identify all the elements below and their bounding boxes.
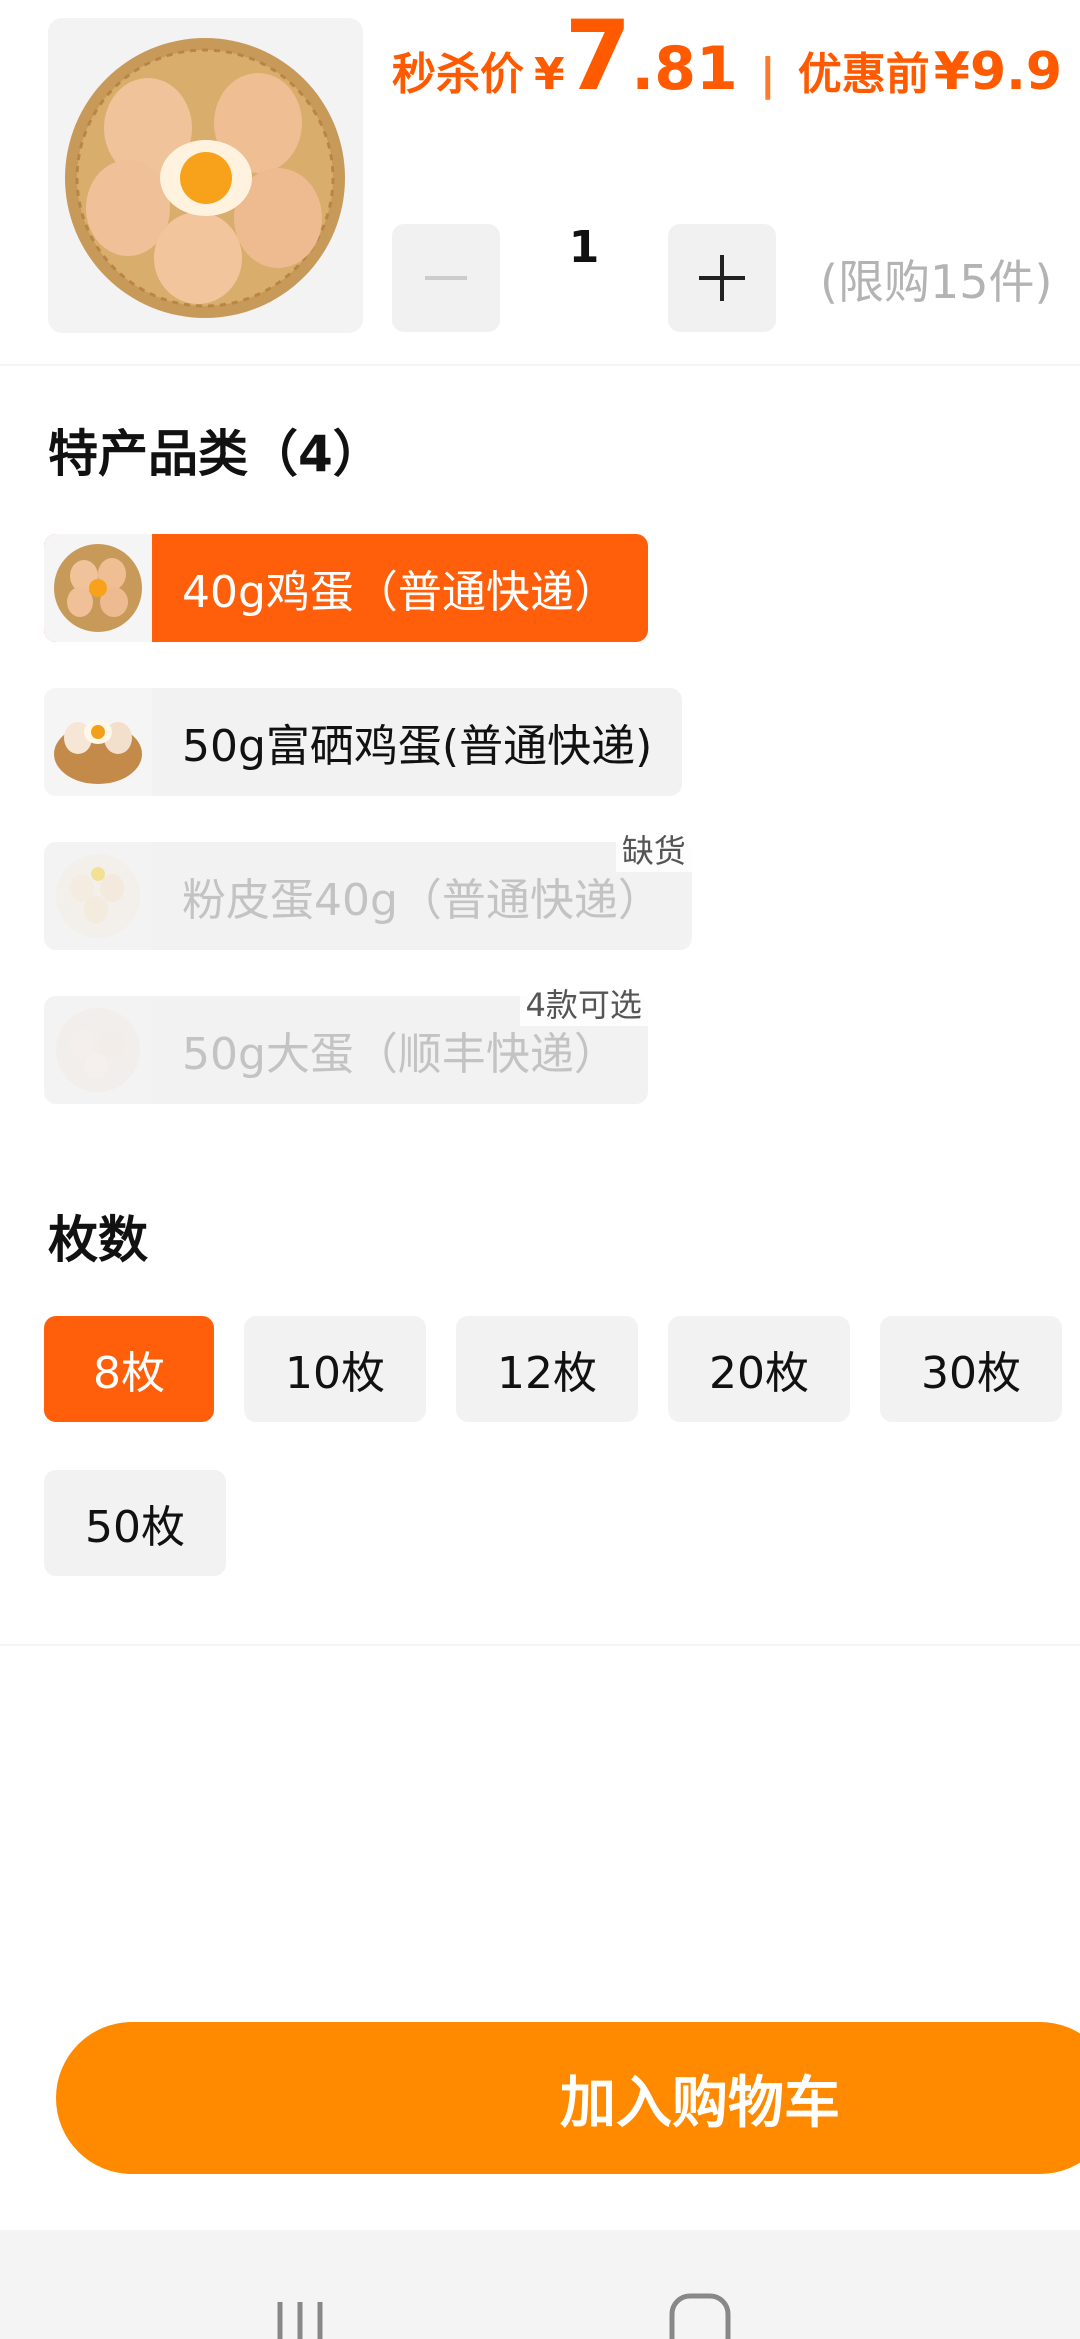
variant-thumbnail [44,688,152,796]
divider [0,1644,1080,1646]
add-to-cart-button[interactable]: 加入购物车 [56,2022,1080,2174]
price-separator: | [759,49,776,100]
count-option-8[interactable]: 8枚 [44,1316,214,1422]
price-decimal: .81 [631,34,738,104]
count-option-10[interactable]: 10枚 [244,1316,426,1422]
variant-label: 50g富硒鸡蛋(普通快递) [182,721,653,772]
count-option-12[interactable]: 12枚 [456,1316,638,1422]
variant-option-2[interactable]: 粉皮蛋40g（普通快递） 缺货 [44,826,692,950]
category-title: 特产品类（4） [48,425,383,483]
eggs-basket-image [65,38,345,318]
minus-icon [425,276,467,280]
product-image [48,18,363,333]
count-option-30[interactable]: 30枚 [880,1316,1062,1422]
variant-option-0[interactable]: 40g鸡蛋（普通快递） [44,534,648,642]
purchase-limit-text: (限购15件) [820,255,1053,309]
original-price: ¥9.9 [933,42,1063,102]
variant-thumbnail [44,996,152,1104]
eggs-plate-icon [56,854,140,938]
eggs-basket-icon [54,720,142,784]
divider [0,364,1080,366]
variant-thumbnail [44,534,152,642]
variant-label: 粉皮蛋40g（普通快递） [182,875,662,926]
system-nav-bar [0,2230,1080,2339]
flash-sale-label: 秒杀价 [392,49,524,100]
decrease-button[interactable] [392,224,500,332]
options-count-badge: 4款可选 [519,980,648,1026]
price-row: 秒杀价 ¥ 7 .81 | 优惠前 ¥9.9 [392,6,1062,106]
variant-label: 50g大蛋（顺丰快递） [182,1029,618,1080]
out-of-stock-badge: 缺货 [615,826,692,872]
quantity-value[interactable]: 1 [520,222,648,273]
count-title: 枚数 [48,1211,148,1269]
variant-thumbnail [44,842,152,950]
variant-label: 40g鸡蛋（普通快递） [182,567,618,618]
price-integer: 7 [564,0,632,112]
eggs-basket-icon [54,544,142,632]
currency-symbol: ¥ [534,49,565,100]
variant-option-1[interactable]: 50g富硒鸡蛋(普通快递) [44,688,683,796]
plus-icon [699,255,745,301]
eggs-plate-icon [56,1008,140,1092]
home-icon[interactable] [668,2290,732,2339]
increase-button[interactable] [668,224,776,332]
original-price-label: 优惠前 [797,49,930,100]
recent-apps-icon[interactable] [270,2294,330,2339]
variant-option-3[interactable]: 50g大蛋（顺丰快递） 4款可选 [44,980,648,1104]
count-option-20[interactable]: 20枚 [668,1316,850,1422]
count-option-50[interactable]: 50枚 [44,1470,226,1576]
